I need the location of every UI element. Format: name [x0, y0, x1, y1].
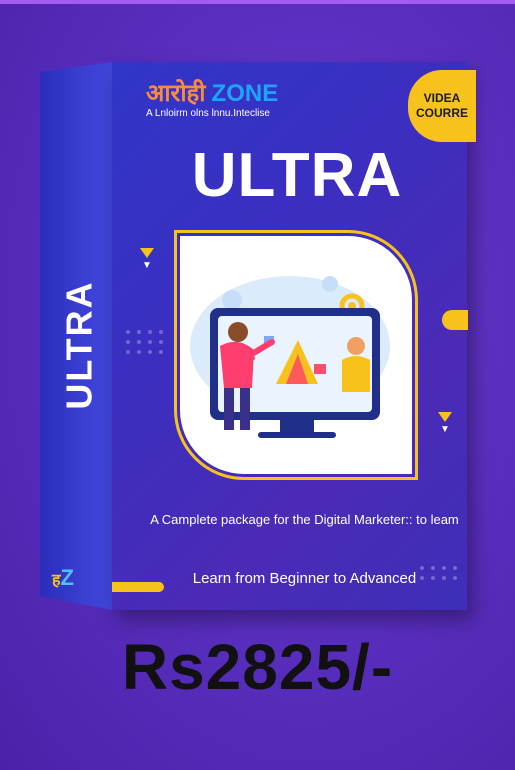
- brand-name-zone: ZONE: [211, 80, 279, 107]
- product-subtitle: Learn from Beginner to Advanced: [192, 570, 417, 587]
- spine-logo: हZ: [52, 565, 74, 590]
- brand-tagline: A Lnloirm olns lnnu.Inteclise: [146, 108, 270, 119]
- brand-name-hindi: आरोही: [146, 78, 206, 107]
- product-title: ULTRA: [191, 141, 403, 210]
- price-label: Rs2825/-: [121, 631, 394, 703]
- product-box: ULTRA हZ आरोही ZONE A Lnloirm olns lnnu.I…: [0, 0, 515, 640]
- person-presenting-at-monitor-illustration: [190, 276, 390, 438]
- video-course-badge: VIDEA COURRE: [408, 70, 476, 142]
- decorative-dots: [126, 330, 164, 354]
- chevron-down-icon: [140, 248, 154, 258]
- product-description: A Camplete package for the Digital Marke…: [150, 512, 459, 527]
- spine-title: ULTRA: [59, 280, 100, 410]
- brand-logo: आरोही ZONE: [146, 76, 278, 109]
- illustration-panel: [180, 236, 412, 474]
- chevron-down-icon: [438, 412, 452, 422]
- yellow-side-tab: [442, 310, 468, 330]
